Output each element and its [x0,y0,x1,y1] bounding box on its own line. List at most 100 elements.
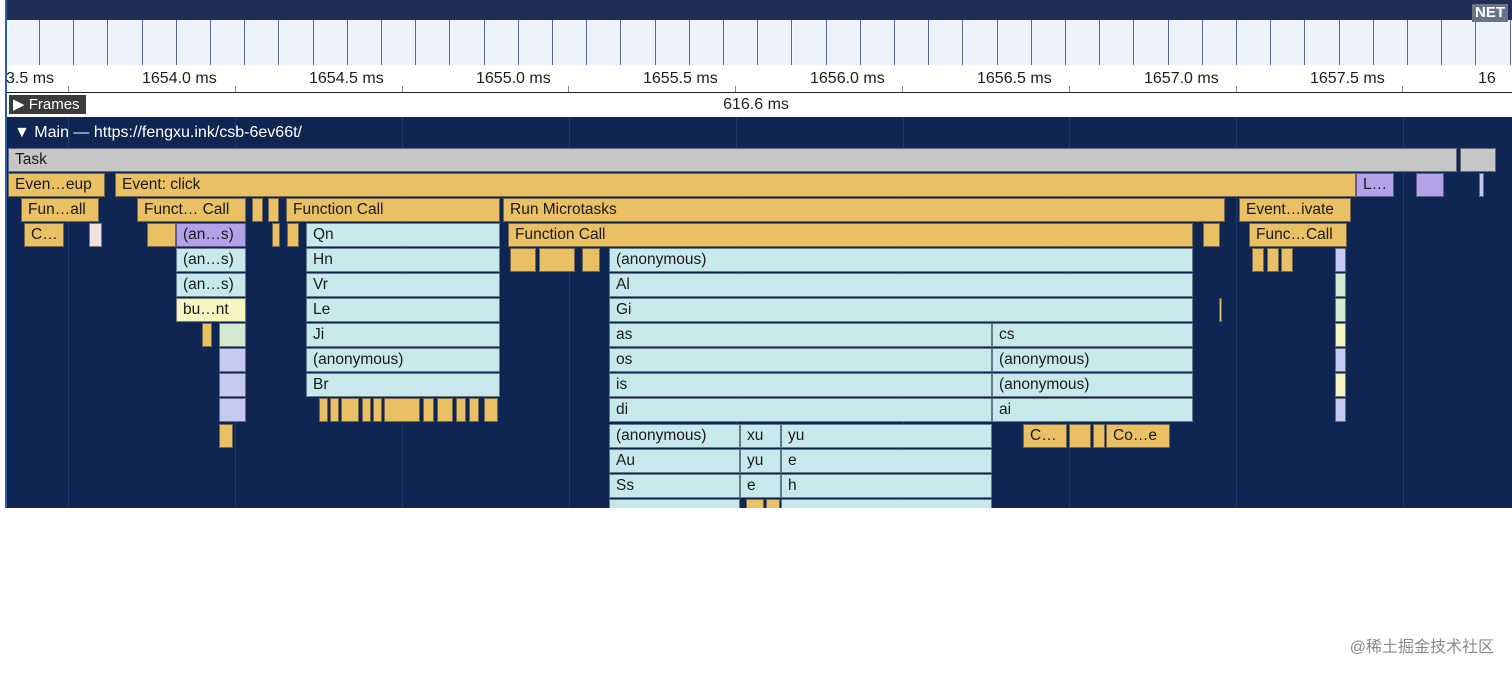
frame-cell[interactable] [1032,20,1066,65]
frame-cell[interactable] [1237,20,1272,65]
frame-cell[interactable] [382,20,417,65]
main-thread-header[interactable]: ▼ Main — https://fengxu.ink/csb-6ev66t/ [6,118,1512,148]
flame-as[interactable]: as [609,323,992,347]
frame-cell[interactable] [1168,20,1203,65]
flame-function-call[interactable]: C… [1023,424,1067,448]
flame-slice[interactable] [268,198,279,222]
flame-di[interactable]: di [609,398,992,422]
flame-slice[interactable] [147,223,176,247]
frame-cell[interactable] [450,20,485,65]
frame-cell[interactable] [621,20,656,65]
flame-slice[interactable] [1335,273,1346,297]
frame-cell[interactable] [1271,20,1306,65]
flame-yu[interactable]: yu [781,424,992,448]
frame-cell[interactable] [792,20,827,65]
flame-event-ivate[interactable]: Event…ivate [1239,198,1351,222]
flame-slice[interactable] [330,398,339,422]
flame-slice[interactable] [1267,248,1279,272]
flame-slice[interactable] [362,398,371,422]
flame-au[interactable]: Au [609,449,740,473]
flame-slice[interactable] [456,398,466,422]
flame-slice[interactable] [1281,248,1293,272]
flame-run-microtasks[interactable]: Run Microtasks [503,198,1225,222]
flame-vr[interactable]: Vr [306,273,500,297]
flame-slice[interactable] [539,248,575,272]
flame-event-click[interactable]: Event: click [115,173,1356,197]
flame-slice[interactable] [1335,248,1346,272]
flame-bunt[interactable]: bu…nt [176,298,246,322]
flame-slice[interactable] [582,248,600,272]
frame-cell[interactable] [416,20,451,65]
flame-os[interactable]: os [609,348,992,372]
flame-le[interactable]: Le [306,298,500,322]
frame-cell[interactable] [1203,20,1237,65]
flame-function-call[interactable]: Co…e [1106,424,1170,448]
flame-function-call[interactable]: Func…Call [1249,223,1347,247]
frame-cell[interactable] [40,20,75,65]
frame-cell[interactable] [245,20,280,65]
frame-cell[interactable] [587,20,622,65]
frame-cell[interactable] [1305,20,1340,65]
flame-slice[interactable] [384,398,420,422]
flame-slice[interactable] [1069,424,1091,448]
frames-overview-strip[interactable] [6,20,1512,65]
flame-task[interactable]: Task [8,148,1457,172]
flame-event[interactable] [1416,173,1444,197]
frame-cell[interactable] [655,20,690,65]
flame-slice[interactable] [319,398,328,422]
flame-anonymous[interactable]: (an…s) [176,273,246,297]
flame-slice[interactable] [746,499,764,508]
flame-anonymous[interactable]: (an…s) [176,223,246,247]
flame-slice[interactable] [469,398,479,422]
frame-cell[interactable] [484,20,519,65]
flame-slice[interactable] [1219,298,1222,322]
flame-slice[interactable] [423,398,434,422]
frame-cell[interactable] [1134,20,1169,65]
flame-xu[interactable]: xu [740,424,781,448]
frame-cell[interactable] [519,20,553,65]
flame-slice[interactable] [437,398,453,422]
flame-cs[interactable]: cs [992,323,1193,347]
flame-slice[interactable] [1335,373,1346,397]
flame-function-call[interactable]: Function Call [508,223,1193,247]
flame-event-pointerup[interactable]: Even…eup [8,173,105,197]
flame-anonymous[interactable]: (anonymous) [306,348,500,372]
flame-slice[interactable] [1335,398,1346,422]
flame-slice[interactable] [484,398,498,422]
flame-hn[interactable]: Hn [306,248,500,272]
frame-cell[interactable] [74,20,109,65]
flame-br[interactable]: Br [306,373,500,397]
frame-cell[interactable] [1339,20,1374,65]
flame-function-call[interactable]: Funct… Call [137,198,246,222]
flame-slice[interactable] [1203,223,1220,247]
frame-cell[interactable] [279,20,314,65]
frame-cell[interactable] [1442,20,1477,65]
frame-cell[interactable] [211,20,246,65]
frame-cell[interactable] [1476,20,1511,65]
flame-anonymous[interactable]: (anonymous) [609,248,1193,272]
frame-cell[interactable] [177,20,211,65]
flame-slice[interactable] [781,499,992,508]
frame-cell[interactable] [724,20,759,65]
flame-al[interactable]: Al [609,273,1193,297]
flame-slice[interactable] [219,398,246,422]
frame-cell[interactable] [348,20,382,65]
frame-cell[interactable] [861,20,895,65]
frame-cell[interactable] [895,20,930,65]
frame-cell[interactable] [6,20,40,65]
flame-slice[interactable] [272,223,280,247]
flame-ai[interactable]: ai [992,398,1193,422]
flame-slice[interactable] [1252,248,1264,272]
flame-slice[interactable] [373,398,382,422]
flame-yu[interactable]: yu [740,449,781,473]
flame-h[interactable]: h [781,474,992,498]
flame-slice[interactable] [609,499,740,508]
frames-track[interactable]: 616.6 ms ▶ Frames [6,92,1512,117]
flame-slice[interactable] [1093,424,1105,448]
flame-e[interactable]: e [740,474,781,498]
frames-toggle[interactable]: ▶ Frames [9,95,86,114]
flame-slice[interactable] [219,373,246,397]
frame-cell[interactable] [1374,20,1408,65]
flame-slice[interactable] [202,323,212,347]
flame-event[interactable] [1479,173,1484,197]
